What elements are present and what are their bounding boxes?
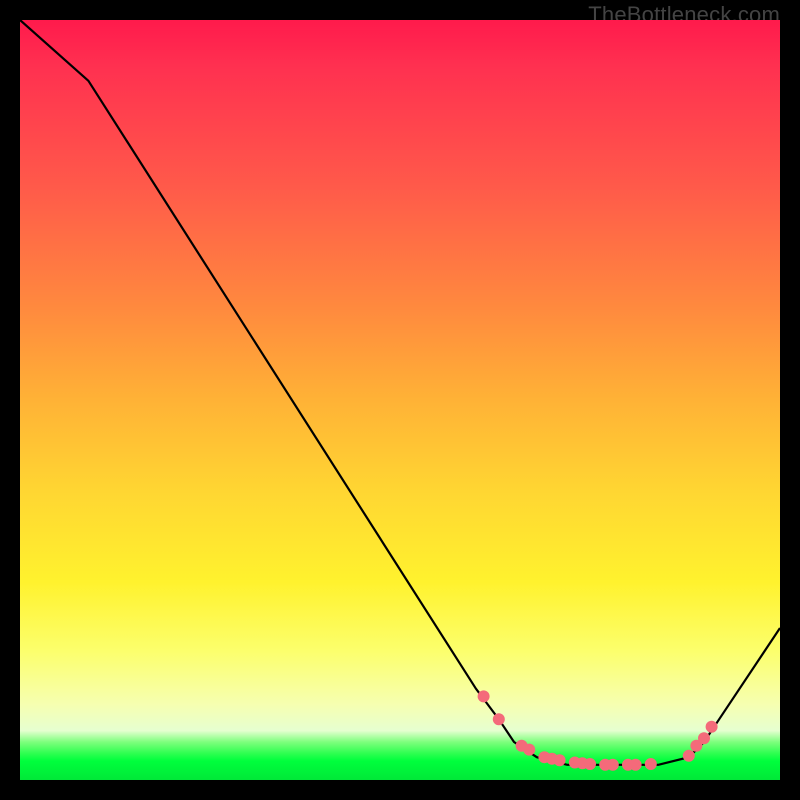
chart-svg <box>20 20 780 780</box>
data-marker <box>683 750 695 762</box>
chart-container: TheBottleneck.com <box>0 0 800 800</box>
data-marker <box>706 721 718 733</box>
plot-area <box>20 20 780 780</box>
data-marker <box>493 713 505 725</box>
data-marker <box>698 732 710 744</box>
data-marker <box>630 759 642 771</box>
data-marker <box>584 758 596 770</box>
data-marker <box>645 758 657 770</box>
data-marker <box>478 690 490 702</box>
data-marker <box>607 759 619 771</box>
data-marker <box>554 754 566 766</box>
data-marker <box>523 744 535 756</box>
bottleneck-curve <box>20 20 780 765</box>
